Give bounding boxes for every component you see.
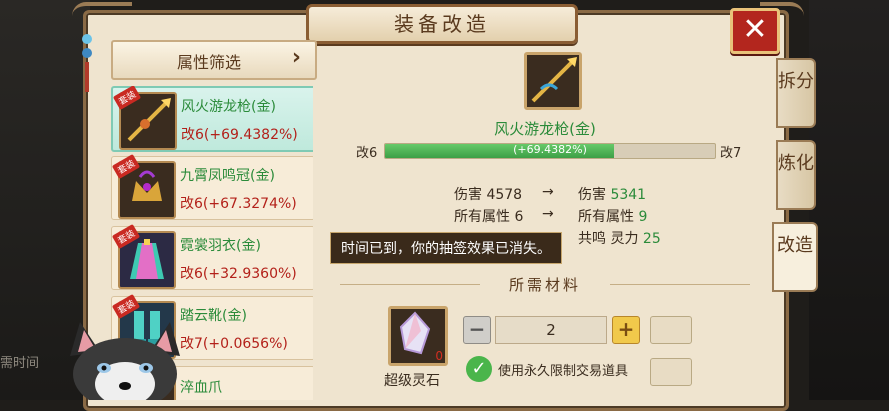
chevron-right-icon: ›	[291, 45, 301, 70]
equipment-name: 九霄凤鸣冠(金)	[180, 168, 275, 184]
stat-after: 25	[642, 231, 661, 247]
attribute-filter-button[interactable]: 属性筛选 ›	[111, 40, 317, 80]
tab-split[interactable]: 拆分	[776, 58, 816, 128]
materials-header: 所需材料	[320, 270, 770, 298]
equipment-item[interactable]: 套装 霓裳羽衣(金) 改6(+32.9360%)	[111, 224, 313, 290]
selected-item-name: 风火游龙枪(金)	[494, 120, 596, 138]
equipment-name: 踏云靴(金)	[180, 308, 247, 324]
checkbox-checked-icon[interactable]: ✓	[466, 356, 492, 382]
stat-label: 伤害	[454, 187, 482, 203]
background-right	[809, 0, 889, 400]
current-level: 改6	[356, 146, 378, 161]
toast-message: 时间已到，你的抽签效果已消失。	[330, 232, 562, 264]
arrow-right-icon: →	[542, 206, 554, 222]
husky-overlay-image	[60, 312, 190, 410]
equipment-level: 改6(+69.4382%)	[181, 127, 298, 143]
stat-after-label: 所有属性	[578, 209, 634, 225]
modify-progress-bar: (+69.4382%)	[384, 143, 716, 159]
confirm-button[interactable]	[650, 358, 692, 386]
stat-row: 所有属性 6 → 所有属性 9	[320, 206, 770, 228]
selected-spear-icon	[524, 52, 582, 110]
stat-after-label: 伤害	[578, 187, 606, 203]
next-level: 改7	[720, 146, 742, 161]
stat-row: 伤害 4578 → 伤害 5341	[320, 184, 770, 206]
side-overlay-text: 需时间	[0, 356, 40, 371]
equipment-level: 改6(+67.3274%)	[180, 196, 297, 212]
quantity-minus-button[interactable]: −	[463, 316, 491, 344]
crystal-icon[interactable]: 0	[388, 306, 448, 366]
window-title: 装备改造	[306, 4, 578, 44]
quantity-plus-button[interactable]: +	[612, 316, 640, 344]
stat-before: 6	[514, 209, 524, 225]
equipment-item[interactable]: 套装 风火游龙枪(金) 改6(+69.4382%)	[111, 86, 313, 152]
equipment-level: 改7(+0.0656%)	[180, 336, 288, 352]
equipment-level: 改6(+32.9360%)	[180, 266, 297, 282]
checkbox-label: 使用永久限制交易道具	[498, 364, 629, 379]
max-button[interactable]	[650, 316, 692, 344]
tab-modify[interactable]: 改造	[772, 222, 818, 292]
tassel-decoration	[82, 30, 92, 120]
material-count: 0	[435, 349, 443, 363]
stat-before: 4578	[486, 187, 523, 203]
attribute-filter-label: 属性筛选	[177, 53, 242, 72]
equipment-name: 风火游龙枪(金)	[181, 99, 276, 115]
quantity-input[interactable]: 2	[495, 316, 607, 344]
progress-text: (+69.4382%)	[513, 143, 587, 156]
equipment-name: 霓裳羽衣(金)	[180, 238, 261, 254]
equipment-item[interactable]: 套装 九霄凤鸣冠(金) 改6(+67.3274%)	[111, 154, 313, 220]
tab-refine[interactable]: 炼化	[776, 140, 816, 210]
stat-after: 5341	[610, 187, 647, 203]
frame-ornament-left	[72, 2, 132, 28]
material-name: 超级灵石	[384, 373, 440, 389]
arrow-right-icon: →	[542, 184, 554, 200]
stat-after-label: 共鸣 灵力	[578, 231, 639, 247]
stat-after: 9	[638, 209, 648, 225]
stat-label: 所有属性	[454, 209, 510, 225]
